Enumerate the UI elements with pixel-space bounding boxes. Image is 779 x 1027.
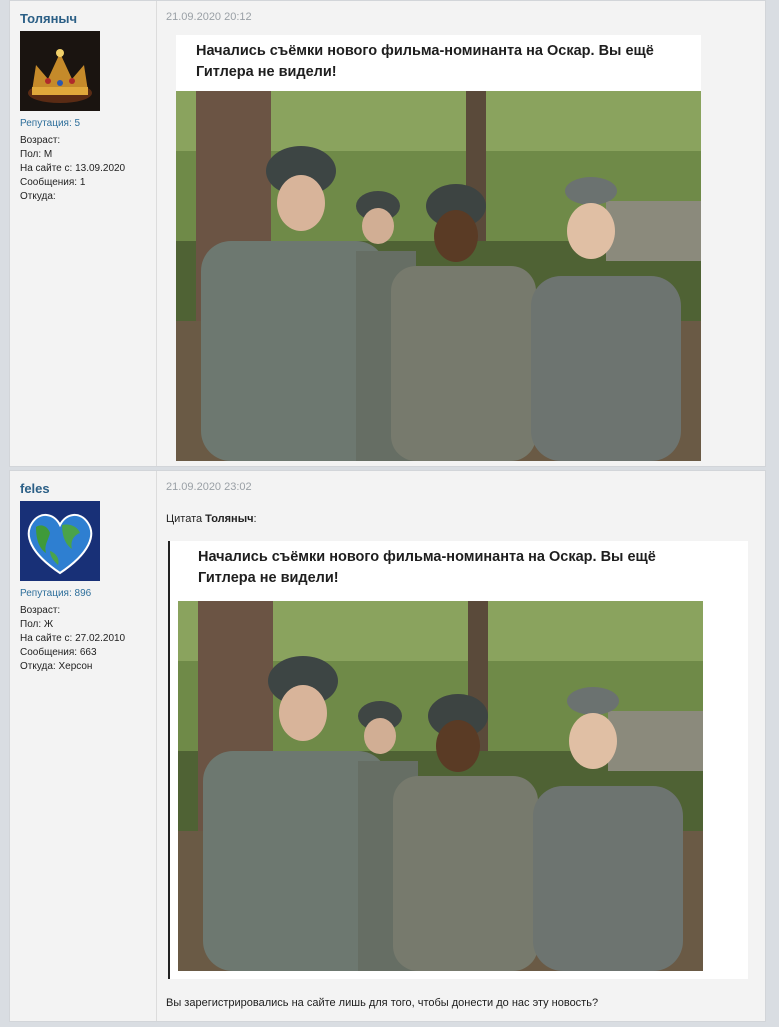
soldiers-photo	[176, 91, 701, 461]
post-author-name[interactable]: Толяныч	[20, 11, 77, 26]
post-author-panel: Толяныч Репутация: 5 Возраст: Пол: М На …	[10, 1, 157, 466]
user-info: Возраст: Пол: Ж На сайте с: 27.02.2010 С…	[20, 604, 125, 674]
user-info: Возраст: Пол: М На сайте с: 13.09.2020 С…	[20, 134, 125, 204]
meme-caption: Начались съёмки нового фильма-номинанта …	[198, 549, 656, 586]
post-content: 21.09.2020 23:02 Цитата Толяныч: Началис…	[166, 471, 765, 1021]
quote-prefix: Цитата	[166, 513, 203, 525]
reputation-label[interactable]: Репутация: 5	[20, 118, 80, 129]
user-joined: На сайте с: 13.09.2020	[20, 163, 126, 174]
user-messages: Сообщения: 663	[20, 647, 97, 658]
post-date: 21.09.2020 23:02	[166, 481, 252, 493]
crown-avatar-icon[interactable]	[20, 31, 100, 111]
forum-post: Толяныч Репутация: 5 Возраст: Пол: М На …	[9, 0, 766, 467]
quote-header: Цитата Толяныч:	[166, 513, 257, 525]
meme-caption: Начались съёмки нового фильма-номинанта …	[196, 43, 654, 80]
forum-post: feles Репутация: 896 Возраст: Пол: Ж На …	[9, 470, 766, 1022]
user-location: Откуда: Херсон	[20, 661, 93, 672]
heart-globe-avatar-icon[interactable]	[20, 501, 100, 581]
post-author-name[interactable]: feles	[20, 481, 50, 496]
quote-block: Начались съёмки нового фильма-номинанта …	[168, 541, 748, 979]
post-author-panel: feles Репутация: 896 Возраст: Пол: Ж На …	[10, 471, 157, 1021]
post-date: 21.09.2020 20:12	[166, 11, 252, 23]
quote-author[interactable]: Толяныч	[205, 513, 253, 525]
user-age: Возраст:	[20, 135, 61, 146]
user-age: Возраст:	[20, 605, 61, 616]
user-joined: На сайте с: 27.02.2010	[20, 633, 126, 644]
post-content: 21.09.2020 20:12 Начались съёмки нового …	[166, 1, 765, 466]
user-gender: Пол: Ж	[20, 619, 54, 630]
user-location: Откуда:	[20, 191, 56, 202]
user-gender: Пол: М	[20, 149, 53, 160]
reply-text: Вы зарегистрировались на сайте лишь для …	[166, 997, 599, 1009]
meme-image: Начались съёмки нового фильма-номинанта …	[176, 35, 701, 461]
meme-image: Начались съёмки нового фильма-номинанта …	[178, 541, 703, 971]
quote-suffix: :	[253, 513, 257, 525]
soldiers-photo	[178, 601, 703, 971]
reputation-label[interactable]: Репутация: 896	[20, 588, 91, 599]
user-messages: Сообщения: 1	[20, 177, 86, 188]
